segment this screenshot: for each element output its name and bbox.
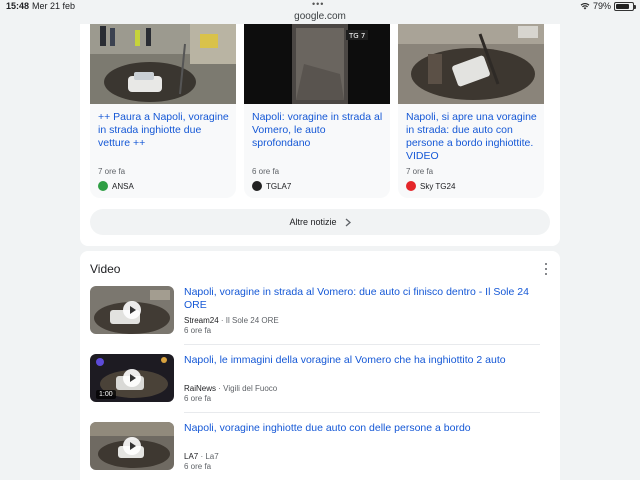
news-thumbnail — [90, 24, 236, 104]
video-result[interactable]: 1:00 Napoli, le immagini della voragine … — [90, 354, 550, 416]
video-thumbnail[interactable] — [90, 286, 174, 334]
video-publisher: Il Sole 24 ORE — [225, 316, 279, 325]
video-title[interactable]: Napoli, voragine in strada al Vomero: du… — [184, 286, 550, 312]
news-card-title[interactable]: ++ Paura a Napoli, voragine in strada in… — [98, 111, 232, 150]
news-card-source: TGLA7 — [252, 181, 291, 191]
video-meta: RaiNews · Vigili del Fuoco — [184, 384, 278, 393]
video-title[interactable]: Napoli, le immagini della voragine al Vo… — [184, 354, 550, 367]
video-channel: LA7 — [184, 452, 199, 461]
status-date: Mer 21 feb — [32, 1, 76, 11]
play-icon — [123, 437, 141, 455]
video-section-heading: Video — [90, 262, 121, 276]
video-panel: Video Napoli, voragine in strada al Vome… — [80, 251, 560, 480]
news-card-source-name: TGLA7 — [266, 181, 292, 191]
multitasking-dots[interactable]: ••• — [312, 0, 324, 9]
video-meta: Stream24 · Il Sole 24 ORE — [184, 316, 279, 325]
news-thumbnail — [398, 24, 544, 104]
divider — [184, 412, 540, 413]
news-card-source-name: Sky TG24 — [420, 181, 456, 191]
status-time: 15:48 — [6, 1, 30, 11]
top-stories-panel: ++ Paura a Napoli, voragine in strada in… — [80, 24, 560, 246]
address-bar[interactable]: google.com — [0, 11, 640, 22]
news-card[interactable]: Napoli, si apre una voragine in strada: … — [398, 24, 544, 198]
ansa-logo-icon — [98, 181, 108, 191]
play-icon — [123, 301, 141, 319]
video-result[interactable]: Napoli, voragine in strada al Vomero: du… — [90, 286, 550, 348]
video-result[interactable]: Napoli, voragine inghiotte due auto con … — [90, 422, 550, 480]
battery-level — [616, 3, 629, 9]
news-card-title[interactable]: Napoli, si apre una voragine in strada: … — [406, 111, 540, 163]
video-age: 6 ore fa — [184, 326, 212, 335]
video-thumbnail[interactable]: 1:00 — [90, 354, 174, 402]
video-publisher: La7 — [205, 452, 219, 461]
news-card-age: 7 ore fa — [98, 167, 126, 176]
tgla7-logo-icon — [252, 181, 262, 191]
news-card-title[interactable]: Napoli: voragine in strada al Vomero, le… — [252, 111, 386, 150]
news-card[interactable]: ++ Paura a Napoli, voragine in strada in… — [90, 24, 236, 198]
news-card-age: 6 ore fa — [252, 167, 280, 176]
wifi-icon — [580, 3, 590, 10]
svg-text:TG 7: TG 7 — [348, 32, 365, 40]
more-options-icon[interactable] — [544, 263, 548, 275]
video-channel: RaiNews — [184, 384, 217, 393]
play-icon — [123, 369, 141, 387]
video-title[interactable]: Napoli, voragine inghiotte due auto con … — [184, 422, 550, 435]
news-thumbnail: TG 7 — [244, 24, 390, 104]
news-card[interactable]: TG 7 Napoli: voragine in strada al Vomer… — [244, 24, 390, 198]
news-card-source: ANSA — [98, 181, 134, 191]
video-channel: Stream24 — [184, 316, 219, 325]
status-indicators: 79% — [580, 1, 636, 11]
video-thumbnail[interactable] — [90, 422, 174, 470]
video-duration: 1:00 — [96, 390, 116, 399]
divider — [184, 344, 540, 345]
more-news-label: Altre notizie — [289, 217, 337, 227]
news-card-age: 7 ore fa — [406, 167, 434, 176]
chevron-right-icon — [345, 218, 351, 226]
battery-icon — [614, 1, 636, 11]
more-news-button[interactable]: Altre notizie — [90, 209, 550, 235]
video-publisher: Vigili del Fuoco — [223, 384, 278, 393]
skytg24-logo-icon — [406, 181, 416, 191]
news-card-source: Sky TG24 — [406, 181, 455, 191]
battery-percent: 79% — [592, 1, 611, 11]
video-age: 6 ore fa — [184, 462, 212, 471]
video-age: 6 ore fa — [184, 394, 212, 403]
news-card-source-name: ANSA — [112, 181, 134, 191]
video-meta: LA7 · La7 — [184, 452, 219, 461]
